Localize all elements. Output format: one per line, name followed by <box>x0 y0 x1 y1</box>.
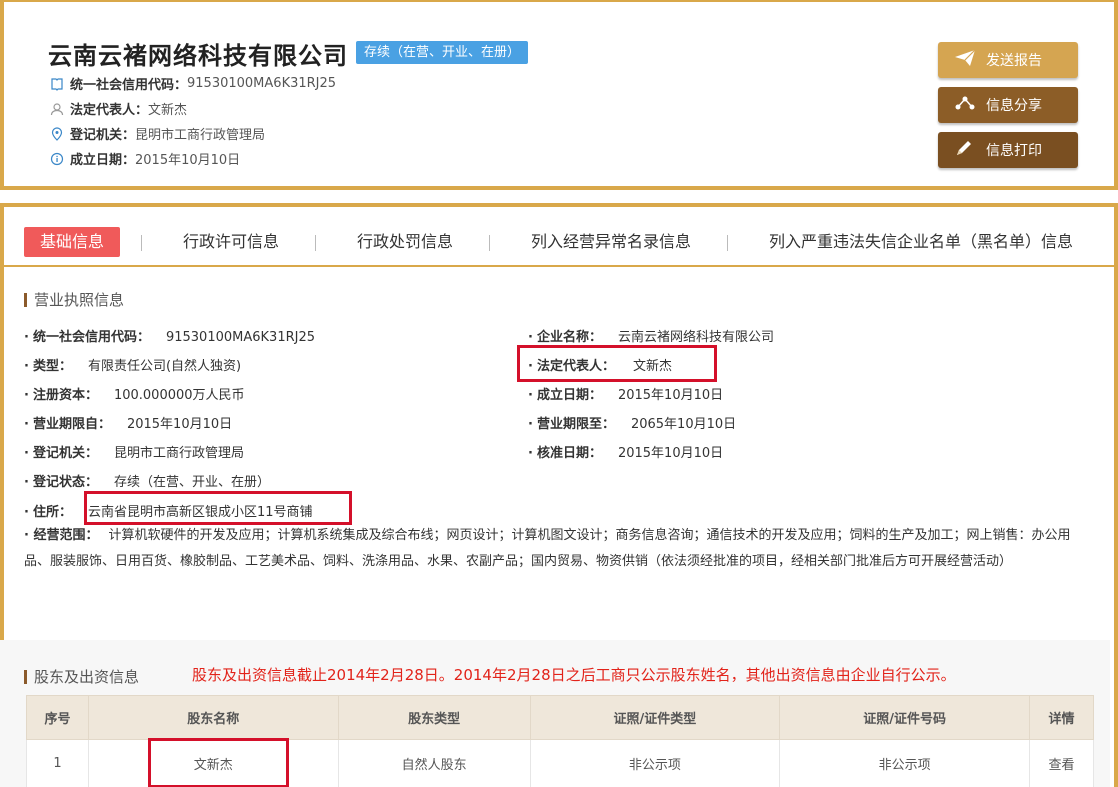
license-field: · 登记状态： 存续（在营、开业、在册） <box>24 475 270 490</box>
cell-license-type: 非公示项 <box>529 739 781 787</box>
table-header-row: 序号 股东名称 股东类型 证照/证件类型 证照/证件号码 详情 <box>26 695 1094 740</box>
header-registry-row: 登记机关： 昆明市工商行政管理局 <box>50 124 265 143</box>
company-name: 云南云褚网络科技有限公司 <box>48 42 348 70</box>
header-credit-code-row: 统一社会信用代码： 91530100MA6K31RJ25 <box>50 74 336 93</box>
column-header: 证照/证件号码 <box>779 695 1030 740</box>
cell-license-number: 非公示项 <box>779 739 1030 787</box>
license-field: · 营业期限自： 2015年10月10日 <box>24 417 233 432</box>
tab-basic-info[interactable]: 基础信息 <box>24 227 121 257</box>
column-header: 股东名称 <box>87 695 339 740</box>
title-marker <box>24 669 27 684</box>
send-report-button[interactable]: 发送报告 <box>938 42 1078 78</box>
status-badge: 存续（在营、开业、在册） <box>356 41 529 64</box>
license-field: · 企业名称： 云南云褚网络科技有限公司 <box>528 330 774 345</box>
tab-admin-penalty[interactable]: 行政处罚信息 <box>357 227 453 257</box>
shareholder-notice: 股东及出资信息截止2014年2月28日。2014年2月28日之后工商只公示股东姓… <box>192 666 956 684</box>
tab-divider <box>489 235 490 251</box>
tab-bar: 基础信息 行政许可信息 行政处罚信息 列入经营异常名录信息 列入严重违法失信企业… <box>4 207 1114 267</box>
credit-code-label: 统一社会信用代码： <box>70 78 188 93</box>
cell-index: 1 <box>26 739 89 787</box>
book-icon <box>50 77 64 91</box>
license-field: · 类型： 有限责任公司(自然人独资) <box>24 359 242 374</box>
paper-plane-icon <box>952 49 978 72</box>
header-founded-row: 成立日期： 2015年10月10日 <box>50 149 240 168</box>
person-icon <box>50 102 64 116</box>
tab-blacklist[interactable]: 列入严重违法失信企业名单（黑名单）信息 <box>769 227 1073 257</box>
founded-label: 成立日期： <box>70 153 136 168</box>
license-field: · 营业期限至： 2065年10月10日 <box>528 417 737 432</box>
print-info-button[interactable]: 信息打印 <box>938 132 1078 168</box>
registry-label: 登记机关： <box>70 128 136 143</box>
business-scope: · 经营范围： 计算机软硬件的开发及应用；计算机系统集成及综合布线；网页设计；计算… <box>24 528 1071 569</box>
tab-admin-license[interactable]: 行政许可信息 <box>183 227 279 257</box>
share-info-label: 信息分享 <box>986 98 1042 114</box>
tab-abnormal-list[interactable]: 列入经营异常名录信息 <box>531 227 691 257</box>
cell-shareholder-type: 自然人股东 <box>337 739 531 787</box>
pencil-icon <box>952 139 978 162</box>
highlight-box-legal-rep <box>517 345 717 382</box>
license-field: · 登记机关： 昆明市工商行政管理局 <box>24 446 244 461</box>
credit-code-value: 91530100MA6K31RJ25 <box>187 76 337 91</box>
legal-rep-label: 法定代表人： <box>70 103 149 118</box>
location-pin-icon <box>50 126 64 141</box>
founded-value: 2015年10月10日 <box>135 153 241 168</box>
tab-divider <box>141 235 142 251</box>
column-header: 详情 <box>1029 695 1094 740</box>
legal-rep-value: 文新杰 <box>148 103 188 118</box>
highlight-box-address <box>84 491 352 525</box>
tab-divider <box>315 235 316 251</box>
column-header: 序号 <box>26 695 89 740</box>
column-header: 股东类型 <box>337 695 531 740</box>
tab-divider <box>727 235 728 251</box>
company-header-card: 云南云褚网络科技有限公司 存续（在营、开业、在册） 统一社会信用代码： 9153… <box>0 0 1118 190</box>
print-info-label: 信息打印 <box>986 143 1042 159</box>
license-field: · 统一社会信用代码： 91530100MA6K31RJ25 <box>24 330 315 345</box>
header-legal-rep-row: 法定代表人： 文新杰 <box>50 99 187 118</box>
title-marker <box>24 292 27 307</box>
shareholder-section-title: 股东及出资信息 <box>24 666 139 687</box>
send-report-label: 发送报告 <box>986 53 1042 69</box>
column-header: 证照/证件类型 <box>529 695 781 740</box>
license-section-title: 营业执照信息 <box>24 289 124 310</box>
info-icon <box>50 152 64 166</box>
registry-value: 昆明市工商行政管理局 <box>135 128 266 143</box>
license-field: · 注册资本： 100.000000万人民币 <box>24 388 245 403</box>
license-field: · 成立日期： 2015年10月10日 <box>528 388 724 403</box>
share-icon <box>952 94 978 117</box>
share-info-button[interactable]: 信息分享 <box>938 87 1078 123</box>
license-field: · 核准日期： 2015年10月10日 <box>528 446 724 461</box>
view-details-link[interactable]: 查看 <box>1029 739 1094 787</box>
highlight-box-shareholder <box>148 738 289 787</box>
